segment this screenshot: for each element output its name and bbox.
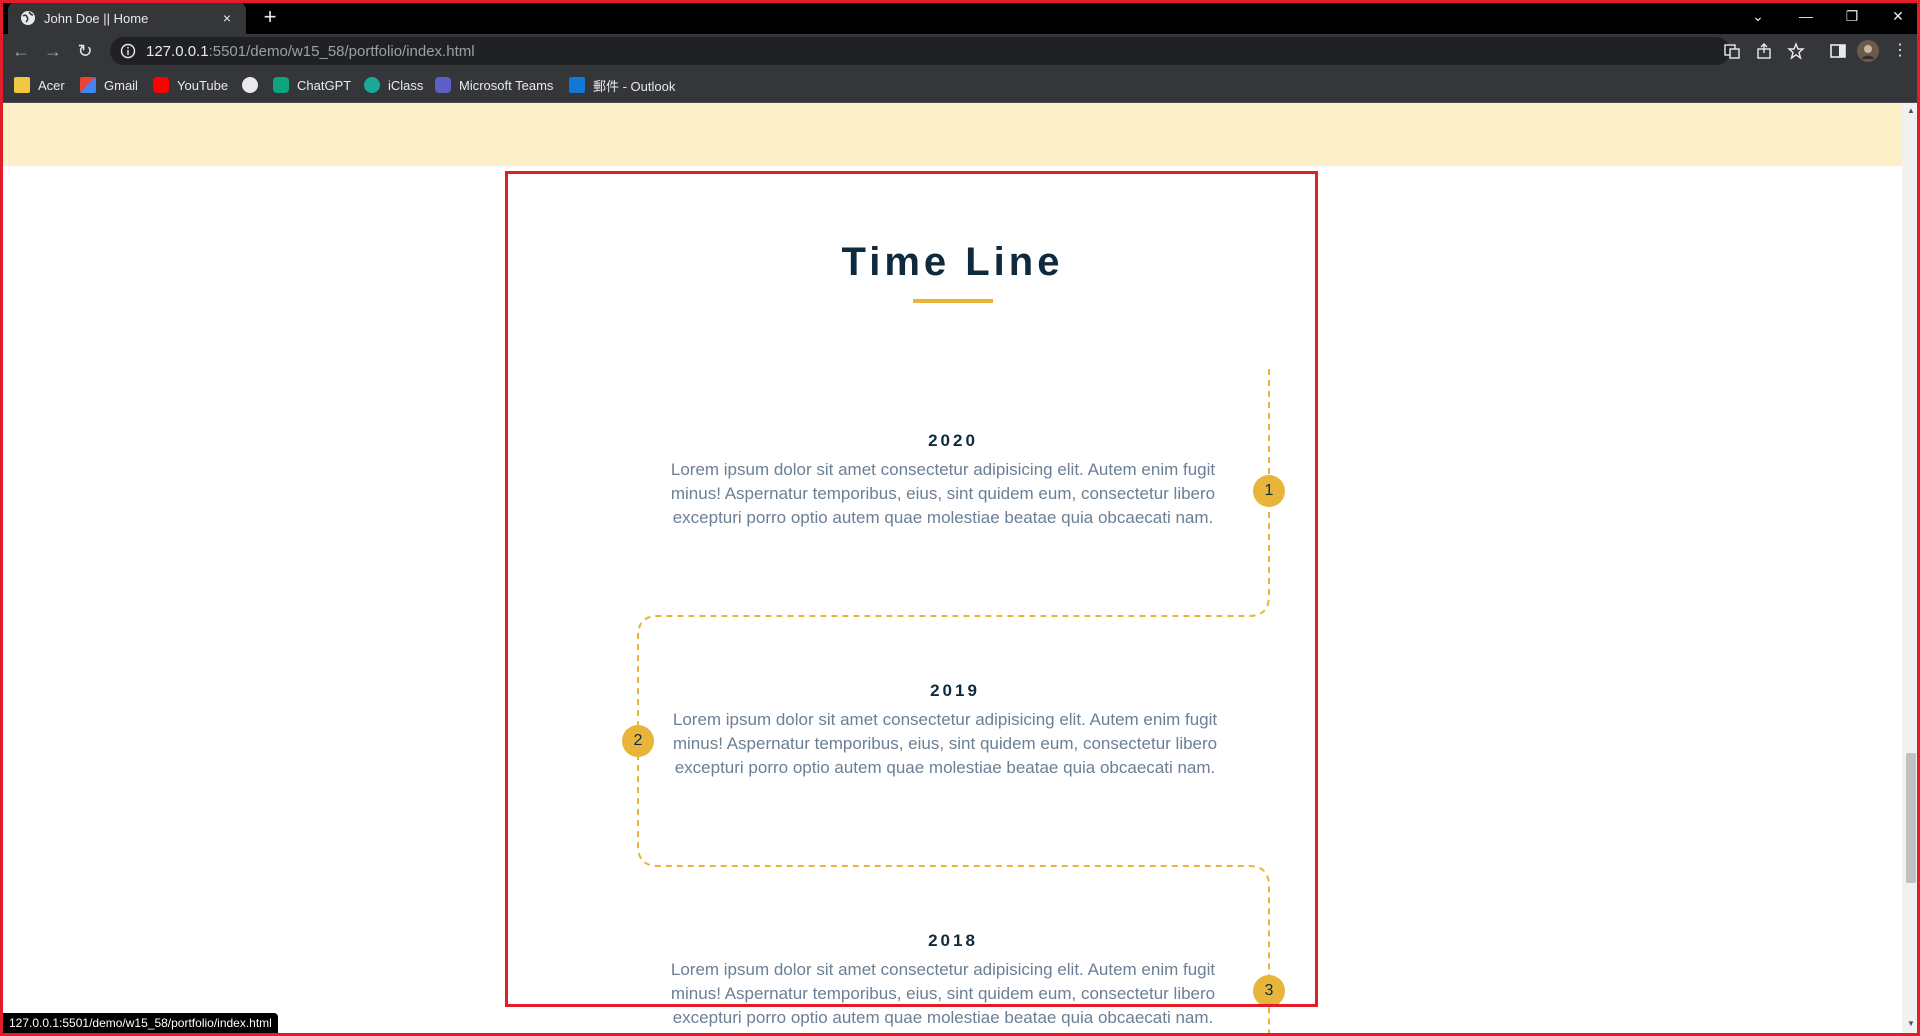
tab-search-icon[interactable]: ⌄ bbox=[1738, 4, 1778, 28]
scroll-thumb[interactable] bbox=[1906, 753, 1916, 883]
timeline-description: Lorem ipsum dolor sit amet consectetur a… bbox=[670, 960, 1216, 1027]
chatgpt-icon bbox=[273, 77, 289, 93]
bookmark-outlook[interactable]: 郵件 - Outlook bbox=[569, 76, 675, 94]
menu-kebab-icon[interactable]: ⋮ bbox=[1888, 39, 1912, 63]
side-panel-icon[interactable] bbox=[1829, 42, 1847, 60]
scroll-down-icon[interactable]: ▼ bbox=[1906, 1019, 1916, 1029]
timeline-description: Lorem ipsum dolor sit amet consectetur a… bbox=[672, 710, 1218, 777]
tab-strip: John Doe || Home × + ⌄ — ❐ ✕ bbox=[0, 0, 1920, 34]
status-bar-url: 127.0.0.1:5501/demo/w15_58/portfolio/ind… bbox=[3, 1013, 278, 1033]
gmail-icon bbox=[80, 77, 96, 93]
translate-icon[interactable] bbox=[1723, 42, 1741, 60]
bookmark-globe[interactable] bbox=[242, 76, 266, 94]
bookmarks-bar: Acer Gmail YouTube ChatGPT iClass Micros… bbox=[0, 68, 1920, 103]
profile-avatar[interactable] bbox=[1857, 40, 1879, 62]
globe-icon bbox=[21, 11, 35, 25]
globe-icon bbox=[242, 77, 258, 93]
bookmark-teams[interactable]: Microsoft Teams bbox=[435, 76, 553, 94]
close-window-button[interactable]: ✕ bbox=[1878, 4, 1918, 28]
restore-button[interactable]: ❐ bbox=[1832, 4, 1872, 28]
forward-button[interactable]: → bbox=[41, 39, 65, 63]
folder-icon bbox=[14, 77, 30, 93]
close-tab-icon[interactable]: × bbox=[218, 10, 236, 26]
tab-active[interactable]: John Doe || Home × bbox=[8, 2, 246, 34]
bookmark-chatgpt[interactable]: ChatGPT bbox=[273, 76, 351, 94]
iclass-icon bbox=[364, 77, 380, 93]
url-path: :5501/demo/w15_58/portfolio/index.html bbox=[208, 42, 475, 60]
new-tab-button[interactable]: + bbox=[258, 6, 282, 30]
timeline-badge: 1 bbox=[1253, 475, 1285, 507]
info-icon[interactable] bbox=[120, 43, 136, 59]
browser-toolbar: ← → ↻ 127.0.0.1:5501/demo/w15_58/portfol… bbox=[0, 34, 1920, 68]
page-viewport: Time Line 2020 Lorem ipsum dolor sit ame… bbox=[3, 103, 1902, 1033]
browser-chrome: John Doe || Home × + ⌄ — ❐ ✕ ← → ↻ 127.0… bbox=[0, 0, 1920, 103]
outlook-icon bbox=[569, 77, 585, 93]
bookmark-iclass[interactable]: iClass bbox=[364, 76, 423, 94]
timeline-description: Lorem ipsum dolor sit amet consectetur a… bbox=[670, 460, 1216, 527]
timeline-year: 2019 bbox=[930, 681, 980, 700]
address-bar[interactable]: 127.0.0.1:5501/demo/w15_58/portfolio/ind… bbox=[110, 37, 1730, 65]
page-scrollbar[interactable]: ▲ ▼ bbox=[1902, 103, 1920, 1033]
bookmark-youtube[interactable]: YouTube bbox=[153, 76, 228, 94]
timeline-year: 2018 bbox=[928, 931, 978, 950]
timeline-badge: 3 bbox=[1253, 975, 1285, 1007]
back-button[interactable]: ← bbox=[9, 39, 33, 63]
reload-button[interactable]: ↻ bbox=[73, 39, 97, 63]
timeline-year: 2020 bbox=[928, 431, 978, 450]
scroll-up-icon[interactable]: ▲ bbox=[1906, 106, 1916, 116]
timeline-badge: 2 bbox=[622, 725, 654, 757]
minimize-button[interactable]: — bbox=[1786, 4, 1826, 28]
url-host: 127.0.0.1 bbox=[146, 42, 209, 60]
share-icon[interactable] bbox=[1755, 42, 1773, 60]
bookmark-gmail[interactable]: Gmail bbox=[80, 76, 138, 94]
youtube-icon bbox=[153, 77, 169, 93]
tab-title: John Doe || Home bbox=[44, 10, 149, 26]
bookmark-acer[interactable]: Acer bbox=[14, 76, 65, 94]
bookmark-star-icon[interactable] bbox=[1787, 42, 1805, 60]
timeline-path bbox=[637, 369, 1270, 1033]
teams-icon bbox=[435, 77, 451, 93]
